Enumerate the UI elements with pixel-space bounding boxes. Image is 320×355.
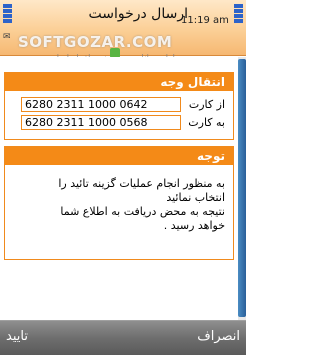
softkey-bar: تایید انصراف bbox=[0, 320, 246, 355]
from-card-label: از کارت bbox=[188, 97, 225, 111]
note-line: خواهد رسید . bbox=[163, 219, 225, 232]
note-text: به منظور انجام عملیات گزینه تائید را انت… bbox=[13, 177, 225, 233]
signal-strength-icon bbox=[234, 4, 243, 26]
note-line: به منظور انجام عملیات گزینه تائید را bbox=[58, 177, 225, 190]
watermark: SOFTGOZAR.COM bbox=[18, 33, 173, 51]
to-card-row[interactable]: به کارت 6280 2311 1000 0568 bbox=[21, 114, 225, 130]
to-card-label: به کارت bbox=[188, 115, 225, 129]
transfer-heading: انتقال وجه bbox=[5, 73, 233, 91]
confirm-softkey[interactable]: تایید bbox=[6, 329, 28, 344]
note-panel: توجه به منظور انجام عملیات گزینه تائید ر… bbox=[4, 146, 234, 260]
from-card-field[interactable]: 6280 2311 1000 0642 bbox=[21, 96, 181, 112]
note-line: انتخاب نمائید bbox=[166, 191, 225, 204]
app-indicator-icon: ✉ bbox=[3, 32, 11, 42]
scrollbar-thumb[interactable] bbox=[238, 59, 246, 317]
scrollbar[interactable] bbox=[238, 57, 246, 320]
transfer-panel: انتقال وجه از کارت 6280 2311 1000 0642 ب… bbox=[4, 72, 234, 140]
clock: 11:19 am bbox=[181, 15, 229, 26]
note-line: نتیجه به محض دریافت به اطلاع شما bbox=[60, 205, 225, 218]
note-heading: توجه bbox=[5, 147, 233, 165]
to-card-field[interactable]: 6280 2311 1000 0568 bbox=[21, 114, 181, 130]
from-card-row[interactable]: از کارت 6280 2311 1000 0642 bbox=[21, 96, 225, 112]
battery-icon bbox=[3, 4, 12, 26]
page-title: ارسال درخواست bbox=[88, 6, 188, 22]
title-bar: ✉ ارسال درخواست 11:19 am SOFTGOZAR.COM ا… bbox=[0, 0, 246, 64]
cancel-softkey[interactable]: انصراف bbox=[197, 329, 240, 344]
